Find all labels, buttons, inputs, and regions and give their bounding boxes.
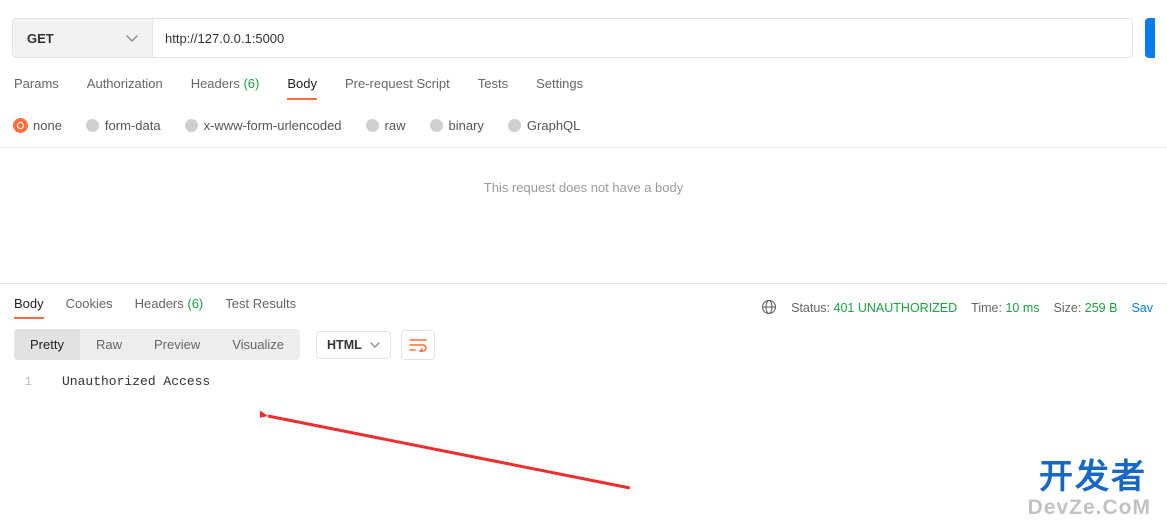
watermark-en: DevZe.CoM (1028, 496, 1151, 520)
response-view-bar: Pretty Raw Preview Visualize HTML (0, 319, 1167, 366)
time-value: 10 ms (1005, 301, 1039, 315)
view-preview[interactable]: Preview (138, 329, 216, 360)
watermark-cn: 开发者 (1039, 449, 1147, 498)
response-tabs: Body Cookies Headers (6) Test Results (14, 296, 296, 319)
save-response-button[interactable]: Sav (1131, 301, 1153, 315)
http-method-value: GET (27, 31, 54, 46)
time-label: Time: (971, 301, 1002, 315)
view-visualize[interactable]: Visualize (216, 329, 300, 360)
tab-params[interactable]: Params (14, 76, 59, 99)
size-group: Size: 259 B (1054, 301, 1118, 315)
radio-icon (366, 119, 379, 132)
radio-icon (86, 119, 99, 132)
code-text: Unauthorized Access (48, 374, 210, 389)
tab-headers-count: (6) (243, 76, 259, 91)
radio-icon (14, 119, 27, 132)
body-empty-message: This request does not have a body (0, 148, 1167, 283)
body-type-label: x-www-form-urlencoded (204, 118, 342, 133)
tab-headers-label: Headers (191, 76, 240, 91)
status-label: Status: (791, 301, 830, 315)
tab-body[interactable]: Body (287, 76, 317, 99)
body-type-label: none (33, 118, 62, 133)
chevron-down-icon (126, 31, 138, 46)
tab-tests[interactable]: Tests (478, 76, 508, 99)
response-header: Body Cookies Headers (6) Test Results St… (0, 283, 1167, 319)
view-pretty[interactable]: Pretty (14, 329, 80, 360)
radio-icon (430, 119, 443, 132)
line-number: 1 (0, 374, 48, 389)
status-group: Status: 401 UNAUTHORIZED (791, 301, 957, 315)
resp-tab-test-results[interactable]: Test Results (225, 296, 296, 319)
resp-tab-cookies[interactable]: Cookies (66, 296, 113, 319)
body-type-binary[interactable]: binary (430, 118, 484, 133)
resp-tab-body[interactable]: Body (14, 296, 44, 319)
body-type-label: GraphQL (527, 118, 580, 133)
size-label: Size: (1054, 301, 1082, 315)
globe-icon[interactable] (761, 299, 777, 318)
url-value: http://127.0.0.1:5000 (165, 31, 284, 46)
request-tabs: Params Authorization Headers (6) Body Pr… (0, 58, 1167, 108)
response-language-select[interactable]: HTML (316, 331, 391, 359)
wrap-icon (409, 338, 427, 352)
code-line: 1 Unauthorized Access (0, 374, 1167, 389)
response-meta: Status: 401 UNAUTHORIZED Time: 10 ms Siz… (761, 298, 1153, 317)
response-view-tabs: Pretty Raw Preview Visualize (14, 329, 300, 360)
response-language-value: HTML (327, 338, 362, 352)
tab-settings[interactable]: Settings (536, 76, 583, 99)
annotation-arrow (260, 408, 640, 498)
tab-headers[interactable]: Headers (6) (191, 76, 260, 99)
body-type-form-data[interactable]: form-data (86, 118, 161, 133)
body-type-label: binary (449, 118, 484, 133)
radio-icon (508, 119, 521, 132)
send-button[interactable] (1145, 18, 1155, 58)
wrap-lines-button[interactable] (401, 330, 435, 360)
body-type-label: form-data (105, 118, 161, 133)
body-type-label: raw (385, 118, 406, 133)
resp-tab-headers-count: (6) (187, 296, 203, 311)
response-body-area[interactable]: 1 Unauthorized Access (0, 366, 1167, 389)
url-input[interactable]: http://127.0.0.1:5000 (152, 18, 1133, 58)
body-type-raw[interactable]: raw (366, 118, 406, 133)
body-type-none[interactable]: none (14, 118, 62, 133)
size-value: 259 B (1085, 301, 1118, 315)
body-type-graphql[interactable]: GraphQL (508, 118, 580, 133)
resp-tab-headers[interactable]: Headers (6) (135, 296, 204, 319)
tab-prerequest[interactable]: Pre-request Script (345, 76, 450, 99)
resp-tab-headers-label: Headers (135, 296, 184, 311)
chevron-down-icon (370, 338, 380, 352)
body-type-row: none form-data x-www-form-urlencoded raw… (0, 108, 1167, 148)
time-group: Time: 10 ms (971, 301, 1039, 315)
body-type-urlencoded[interactable]: x-www-form-urlencoded (185, 118, 342, 133)
radio-icon (185, 119, 198, 132)
view-raw[interactable]: Raw (80, 329, 138, 360)
http-method-select[interactable]: GET (12, 18, 152, 58)
status-value: 401 UNAUTHORIZED (834, 301, 958, 315)
tab-authorization[interactable]: Authorization (87, 76, 163, 99)
